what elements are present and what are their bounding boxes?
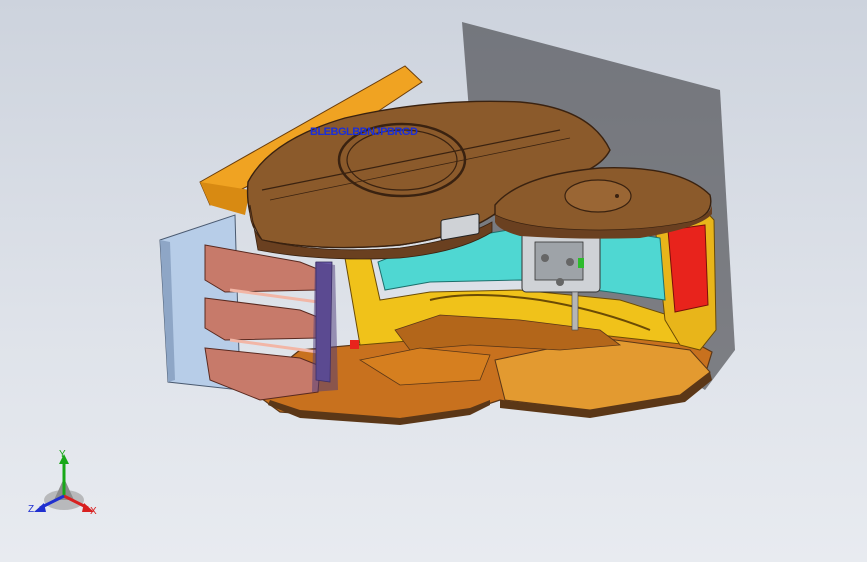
model-annotation: BLEBGLBBNJPBRGD [310,126,418,138]
mechanism-bolt-3 [556,278,564,286]
pod-cap-dot [615,194,619,198]
mechanism-bolt-2 [566,258,574,266]
green-indicator [578,258,584,268]
mechanism-rod [571,291,579,331]
mechanism-inner [534,241,584,281]
top-shell-pod-cap [564,179,632,213]
z-axis-label: Z [28,504,35,515]
salmon-tray-rod-1 [229,288,319,304]
mechanism-bolt-1 [541,254,549,262]
3d-viewport[interactable]: BLEBGLBBNJPBRGD Y X Z [0,0,867,562]
salmon-tray-2 [204,297,321,341]
cad-model-render[interactable] [0,0,867,562]
salmon-tray-rod-2 [229,338,319,354]
dark-left-bracket [312,262,338,392]
red-side-panel [667,224,709,313]
x-axis-label: X [90,506,97,517]
small-red-marker [350,340,359,349]
z-axis-arrow [34,503,46,512]
coordinate-triad[interactable]: Y X Z [22,448,106,524]
y-axis-label: Y [59,449,66,460]
